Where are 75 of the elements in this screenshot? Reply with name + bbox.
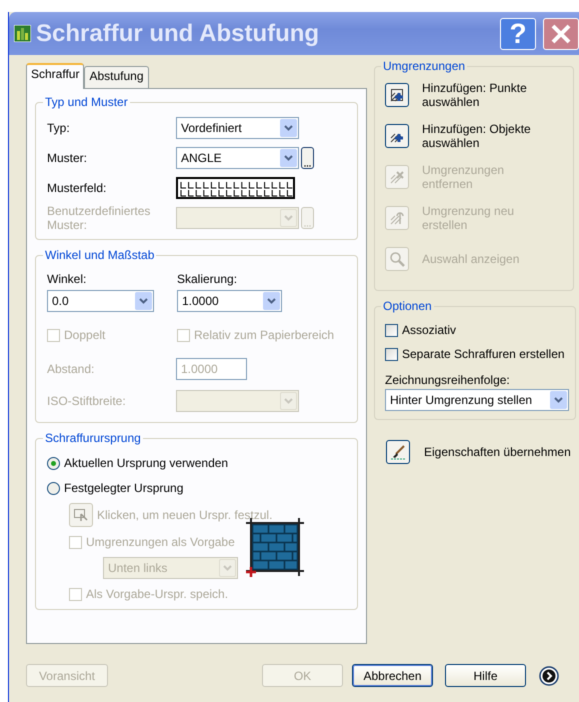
field-label: Skalierung: — [177, 272, 238, 286]
boundary-label: Hinzufügen: Punkte auswählen — [422, 81, 528, 109]
group-title: Typ und Muster — [44, 95, 129, 109]
checkbox-label: Umgrenzungen als Vorgabe — [86, 535, 235, 549]
group-title: Umgrenzungen — [382, 59, 466, 73]
chevron-icon — [284, 215, 293, 221]
field-label: Winkel: — [47, 272, 88, 286]
dropdown[interactable]: 0.0 — [47, 290, 154, 312]
radio-label: Aktuellen Ursprung verwenden — [64, 456, 228, 470]
field-label: Zeichnungsreihenfolge: — [385, 373, 511, 387]
field-label: Benutzerdefiniertes Muster: — [47, 204, 152, 232]
help-button[interactable]: ? — [500, 18, 536, 50]
dropdown[interactable]: ANGLE — [176, 147, 299, 169]
inherit-label: Eigenschaften übernehmen — [424, 445, 571, 459]
pick-point-button[interactable] — [69, 503, 93, 527]
chevron-icon — [139, 298, 148, 304]
dropdown[interactable]: Vordefiniert — [176, 117, 299, 139]
cursor-icon — [73, 507, 89, 523]
close-button[interactable] — [543, 18, 579, 50]
dialog-button[interactable]: Abbrechen — [352, 664, 433, 687]
radio-label: Festgelegter Ursprung — [64, 481, 184, 495]
dropdown-arrow-button[interactable] — [280, 149, 297, 167]
hatch-boundary-icon — [389, 210, 405, 226]
field-label: Abstand: — [47, 362, 96, 376]
checkbox-label: Als Vorgabe-Urspr. speich. — [86, 587, 228, 601]
boundary-label: Hinzufügen: Objekte auswählen — [422, 122, 532, 150]
pattern-swatch[interactable] — [176, 177, 295, 199]
ellipsis-icon — [304, 164, 311, 168]
brush-icon — [390, 444, 406, 460]
radio-button[interactable] — [47, 456, 60, 470]
chevron-icon — [267, 298, 276, 304]
field-label: ISO-Stiftbreite: — [47, 394, 127, 408]
field-label: Muster: — [47, 151, 88, 165]
hatch-boundary-icon — [389, 169, 405, 185]
chevron-icon — [284, 155, 293, 161]
chevron-icon — [554, 397, 563, 403]
field-label: Typ: — [47, 121, 71, 135]
tab[interactable]: Abstufung — [84, 66, 149, 88]
inherit-button[interactable] — [386, 440, 410, 464]
dialog-button[interactable]: Hilfe — [445, 664, 526, 687]
group-title: Schraffurursprung — [44, 431, 142, 445]
dropdown-arrow-button[interactable] — [263, 292, 280, 310]
checkbox-label: Assoziativ — [402, 323, 456, 337]
boundary-button[interactable] — [385, 124, 409, 148]
radio-button[interactable] — [47, 482, 60, 494]
chevron-icon — [223, 565, 232, 571]
group-title: Winkel und Maßstab — [44, 248, 156, 262]
app-icon — [14, 25, 31, 42]
browse-button[interactable] — [301, 147, 314, 169]
boundary-button[interactable] — [385, 83, 409, 107]
checkbox[interactable] — [385, 324, 398, 336]
group-title: Optionen — [382, 299, 433, 313]
pick-point-label: Klicken, um neuen Urspr. festzul. — [97, 508, 272, 522]
dropdown-arrow-button[interactable] — [135, 292, 152, 310]
window-title: Schraffur und Abstufung — [36, 20, 320, 48]
boundary-label: Auswahl anzeigen — [422, 252, 520, 266]
checkbox-label: Relativ zum Papierbereich — [194, 328, 334, 342]
dropdown[interactable]: Hinter Umgrenzung stellen — [385, 389, 569, 411]
field-label: Musterfeld: — [47, 181, 108, 195]
chevron-icon — [284, 398, 293, 404]
checkbox-label: Doppelt — [64, 328, 106, 342]
checkbox[interactable] — [385, 348, 398, 360]
chevron-icon — [284, 125, 293, 131]
dropdown[interactable]: 1.0000 — [177, 290, 282, 312]
boundary-label: Umgrenzungen entfernen — [422, 163, 506, 191]
tab[interactable]: Schraffur — [26, 63, 84, 89]
dropdown-arrow-button[interactable] — [550, 391, 567, 409]
hatch-boundary-icon — [389, 87, 405, 103]
checkbox-label: Separate Schraffuren erstellen — [402, 347, 565, 361]
magnifier-icon — [389, 251, 405, 267]
boundary-label: Umgrenzung neu erstellen — [422, 204, 516, 232]
ellipsis-icon — [304, 224, 311, 228]
close-icon — [550, 22, 572, 44]
expand-icon[interactable] — [539, 666, 559, 686]
dropdown-arrow-button[interactable] — [280, 119, 297, 137]
